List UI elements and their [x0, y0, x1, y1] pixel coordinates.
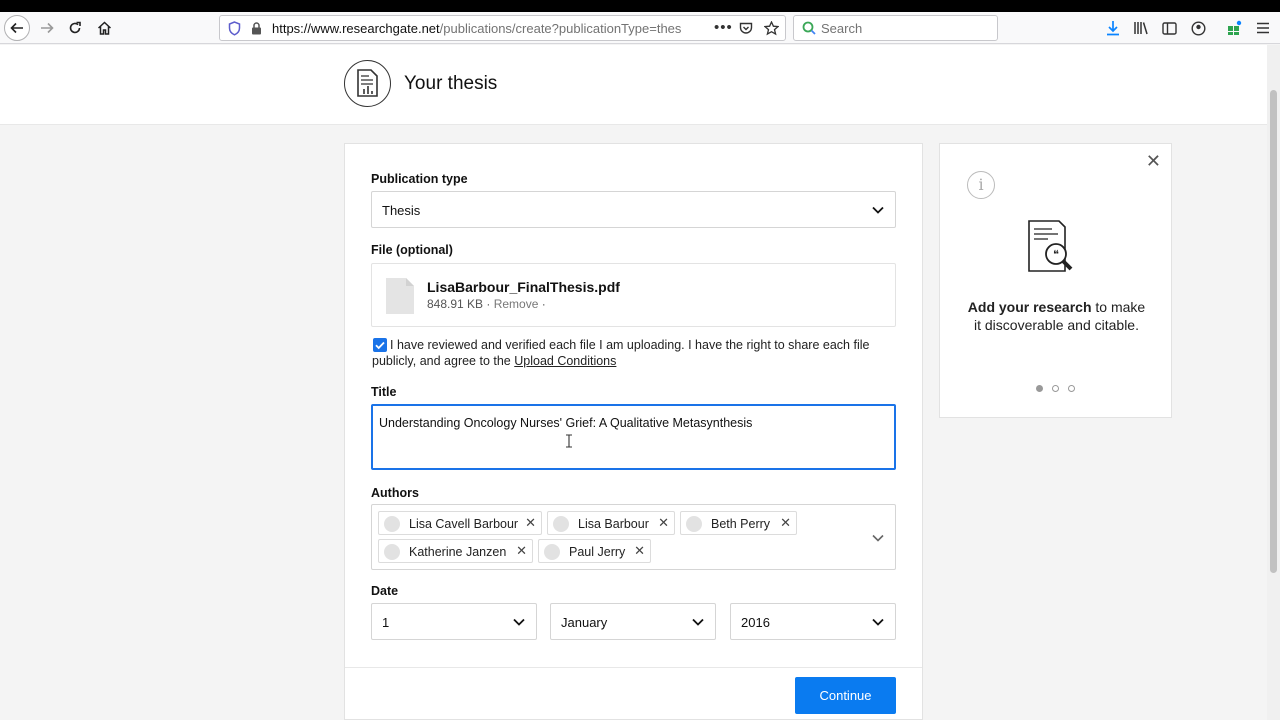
promo-text: Add your research to make it discoverabl…	[967, 299, 1146, 333]
remove-author-icon[interactable]: ✕	[525, 515, 536, 531]
thesis-icon	[344, 60, 391, 107]
avatar	[384, 544, 400, 560]
uploaded-file: LisaBarbour_FinalThesis.pdf 848.91 KB · …	[371, 263, 896, 327]
publication-type-value: Thesis	[382, 203, 421, 218]
agree-text: I have reviewed and verified each file I…	[372, 338, 870, 368]
avatar	[384, 516, 400, 532]
publication-form: Publication type Thesis File (optional) …	[344, 143, 923, 720]
chevron-down-icon	[872, 618, 884, 626]
extensions-icon[interactable]	[1222, 16, 1246, 40]
research-document-icon: ❝	[1028, 220, 1073, 272]
date-label: Date	[371, 584, 399, 598]
info-icon: i	[967, 171, 995, 199]
date-month-select[interactable]: January	[550, 603, 716, 640]
file-name: LisaBarbour_FinalThesis.pdf	[427, 279, 620, 295]
close-icon[interactable]: ✕	[1146, 151, 1161, 172]
bookmark-star-icon[interactable]	[764, 21, 779, 36]
forward-button[interactable]	[35, 16, 59, 40]
date-year-select[interactable]: 2016	[730, 603, 896, 640]
svg-text:❝: ❝	[1053, 248, 1059, 261]
library-icon[interactable]	[1129, 16, 1153, 40]
title-input[interactable]: Understanding Oncology Nurses' Grief: A …	[371, 404, 896, 470]
authors-label: Authors	[371, 486, 419, 500]
page-scrollbar[interactable]	[1267, 45, 1280, 720]
chevron-down-icon	[692, 618, 704, 626]
author-chip[interactable]: Paul Jerry ✕	[538, 539, 651, 563]
page-header: Your thesis	[0, 45, 1267, 125]
file-label: File (optional)	[371, 243, 453, 257]
file-size: 848.91 KB	[427, 297, 484, 311]
reload-button[interactable]	[63, 16, 87, 40]
tracking-shield-icon[interactable]	[228, 21, 241, 36]
carousel-dot[interactable]	[1068, 385, 1075, 392]
author-chip[interactable]: Lisa Cavell Barbour ✕	[378, 511, 542, 535]
more-actions-icon[interactable]: •••	[714, 19, 733, 36]
scroll-thumb[interactable]	[1270, 90, 1277, 573]
remove-author-icon[interactable]: ✕	[658, 515, 669, 531]
carousel-dot[interactable]	[1036, 385, 1043, 392]
search-placeholder: Search	[821, 21, 863, 36]
search-bar[interactable]: Search	[793, 15, 998, 41]
file-meta: 848.91 KB · Remove ·	[427, 297, 546, 311]
avatar	[686, 516, 702, 532]
file-icon	[386, 278, 414, 314]
address-bar[interactable]: https://www.researchgate.net/publication…	[219, 15, 786, 41]
avatar	[544, 544, 560, 560]
title-value: Understanding Oncology Nurses' Grief: A …	[379, 416, 753, 430]
author-chip[interactable]: Lisa Barbour ✕	[547, 511, 675, 535]
account-icon[interactable]	[1186, 16, 1210, 40]
chevron-down-icon	[872, 206, 884, 214]
remove-author-icon[interactable]: ✕	[634, 543, 645, 559]
text-cursor-icon	[566, 434, 572, 448]
divider	[345, 667, 922, 668]
lock-icon[interactable]	[251, 22, 262, 35]
author-chip[interactable]: Beth Perry ✕	[680, 511, 797, 535]
back-button[interactable]	[4, 15, 30, 41]
chevron-down-icon[interactable]	[871, 532, 885, 544]
info-panel: ✕ i ❝ Add your research to make it disco…	[939, 143, 1172, 418]
carousel-dot[interactable]	[1052, 385, 1059, 392]
remove-author-icon[interactable]: ✕	[516, 543, 527, 559]
menu-icon[interactable]	[1251, 16, 1275, 40]
continue-button[interactable]: Continue	[795, 677, 896, 714]
publication-type-select[interactable]: Thesis	[371, 191, 896, 228]
pocket-icon[interactable]	[739, 22, 753, 35]
author-chip[interactable]: Katherine Janzen ✕	[378, 539, 533, 563]
page-title: Your thesis	[404, 73, 498, 94]
remove-file-link[interactable]: Remove	[494, 297, 539, 311]
url-text[interactable]: https://www.researchgate.net/publication…	[272, 21, 682, 36]
home-button[interactable]	[92, 16, 116, 40]
publication-type-label: Publication type	[371, 172, 468, 186]
chevron-down-icon	[513, 618, 525, 626]
search-engine-icon	[802, 21, 816, 35]
title-label: Title	[371, 385, 397, 399]
downloads-icon[interactable]	[1101, 16, 1125, 40]
authors-input[interactable]: Lisa Cavell Barbour ✕ Lisa Barbour ✕ Beth …	[371, 504, 896, 570]
remove-author-icon[interactable]: ✕	[780, 515, 791, 531]
upload-conditions-link[interactable]: Upload Conditions	[514, 354, 616, 368]
sidebar-toggle-icon[interactable]	[1157, 16, 1181, 40]
date-day-select[interactable]: 1	[371, 603, 537, 640]
os-top-bar	[0, 0, 1280, 12]
browser-toolbar: https://www.researchgate.net/publication…	[0, 12, 1280, 44]
avatar	[553, 516, 569, 532]
